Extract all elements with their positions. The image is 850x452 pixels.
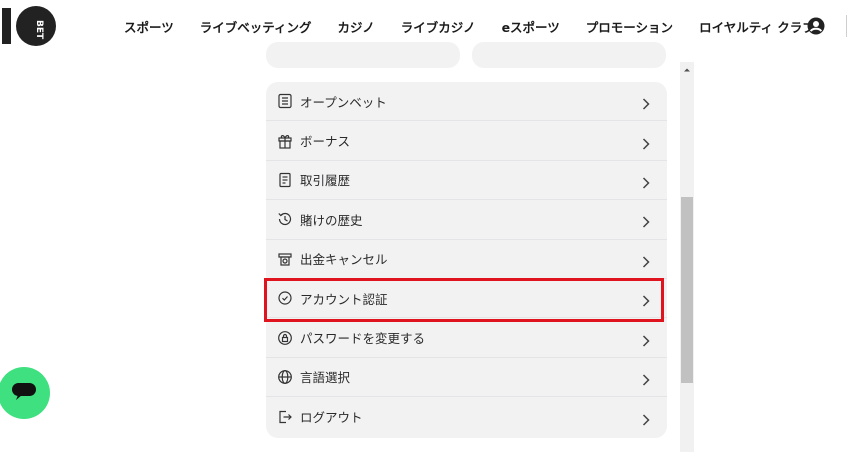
nav-item-live-casino[interactable]: ライブカジノ: [401, 17, 476, 36]
verify-badge-icon: [277, 290, 293, 306]
globe-icon: [277, 369, 293, 385]
nav-item-promotions[interactable]: プロモーション: [586, 17, 673, 36]
chevron-right-icon: [642, 411, 650, 426]
logout-icon: [277, 409, 293, 425]
menu-item-label: ボーナス: [300, 134, 351, 150]
document-icon: [277, 172, 293, 188]
menu-item-label: アカウント認証: [300, 291, 388, 307]
user-account-icon[interactable]: [806, 16, 826, 36]
history-clock-icon: [277, 211, 293, 227]
scrollbar[interactable]: [680, 62, 694, 452]
chat-bubble-icon: [10, 379, 38, 407]
page: BET スポーツ ライブベッティング カジノ ライブカジノ eスポーツ プロモー…: [0, 0, 850, 452]
chevron-right-icon: [642, 213, 650, 228]
menu-item-language[interactable]: 言語選択: [266, 358, 667, 398]
menu-item-label: 取引履歴: [300, 173, 351, 189]
account-cards-partial: [266, 42, 666, 70]
chevron-right-icon: [642, 253, 650, 268]
scroll-up-arrow-icon[interactable]: [680, 62, 694, 76]
menu-item-bet-history[interactable]: 賭けの歴史: [266, 200, 667, 240]
account-card-right[interactable]: [472, 42, 666, 68]
menu-item-withdraw-cancel[interactable]: 出金キャンセル: [266, 240, 667, 279]
withdraw-cancel-icon: [277, 251, 293, 267]
chevron-right-icon: [642, 174, 650, 189]
scroll-thumb[interactable]: [681, 197, 693, 383]
menu-item-bonus[interactable]: ボーナス: [266, 121, 667, 161]
nav-item-casino[interactable]: カジノ: [338, 17, 375, 36]
nav-item-loyalty-club[interactable]: ロイヤルティ クラブ: [699, 17, 815, 36]
lock-icon: [277, 330, 293, 346]
account-menu: オープンベット ボーナス 取引履歴 賭けの歴史 出金キャンセル アカウント認証 …: [266, 82, 667, 438]
menu-item-label: 出金キャンセル: [300, 252, 388, 268]
menu-item-label: ログアウト: [300, 410, 363, 426]
nav-item-sports[interactable]: スポーツ: [124, 17, 174, 36]
list-icon: [277, 93, 293, 109]
gift-icon: [277, 133, 293, 149]
nav-item-esports[interactable]: eスポーツ: [502, 17, 560, 36]
menu-item-change-password[interactable]: パスワードを変更する: [266, 318, 667, 358]
chevron-right-icon: [642, 371, 650, 386]
nav-item-live-betting[interactable]: ライブベッティング: [200, 17, 312, 36]
menu-item-label: オープンベット: [300, 94, 387, 110]
brand-logo[interactable]: BET: [0, 4, 60, 48]
chevron-right-icon: [642, 135, 650, 150]
header-divider: [846, 15, 847, 37]
menu-item-label: パスワードを変更する: [300, 331, 426, 347]
svg-text:BET: BET: [34, 20, 44, 40]
menu-item-logout[interactable]: ログアウト: [266, 397, 667, 436]
menu-item-label: 言語選択: [300, 370, 351, 386]
chevron-right-icon: [642, 95, 650, 110]
chevron-right-icon: [642, 292, 650, 307]
menu-item-open-bets[interactable]: オープンベット: [266, 82, 667, 122]
chat-button[interactable]: [0, 367, 50, 419]
menu-item-label: 賭けの歴史: [300, 212, 363, 228]
chevron-right-icon: [642, 332, 650, 347]
menu-item-account-verification[interactable]: アカウント認証: [266, 279, 667, 319]
account-card-left[interactable]: [266, 42, 460, 68]
menu-item-transaction-history[interactable]: 取引履歴: [266, 161, 667, 201]
